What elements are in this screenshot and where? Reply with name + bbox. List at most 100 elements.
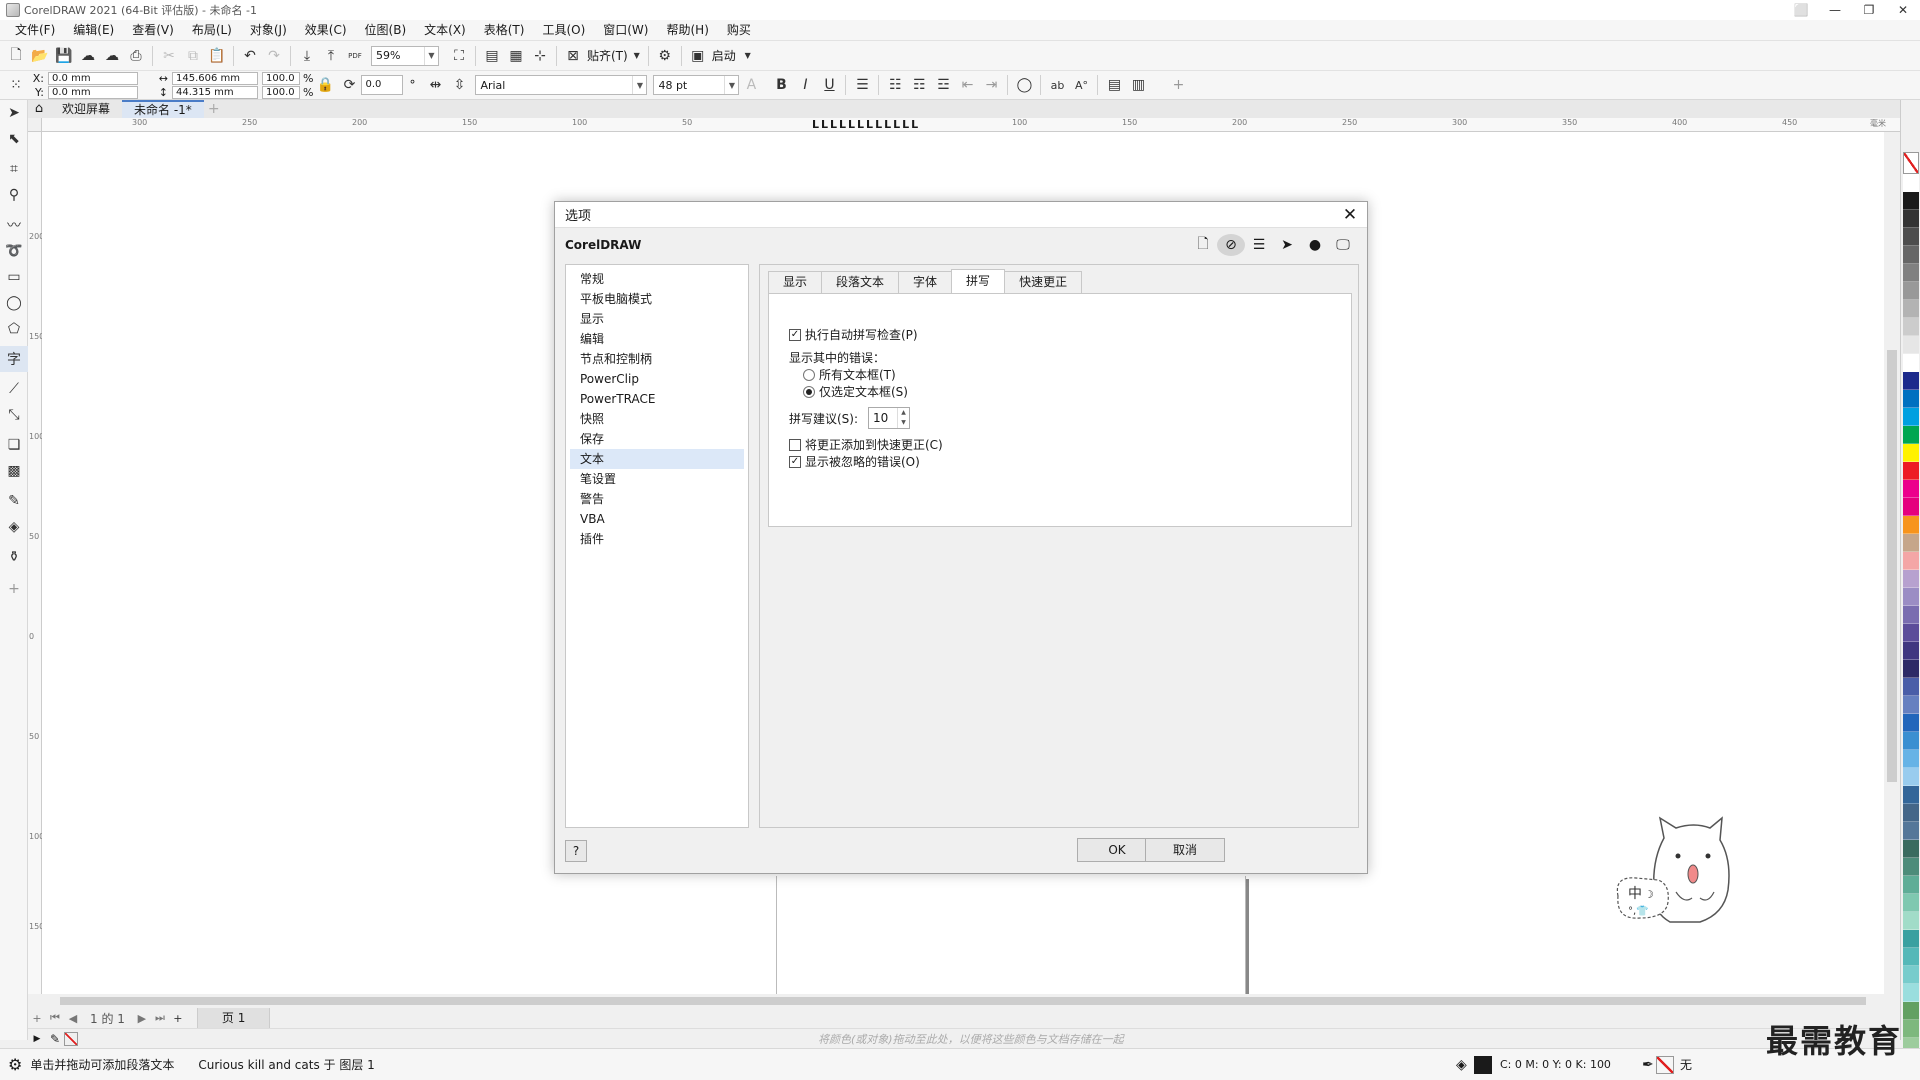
menu-tools[interactable]: 工具(O) <box>533 20 594 40</box>
first-page-icon[interactable]: ⏮ <box>46 1011 64 1025</box>
eyedropper-icon[interactable]: ✎ <box>0 488 28 514</box>
tab-welcome-screen[interactable]: 欢迎屏幕 <box>50 100 122 118</box>
polygon-tool-icon[interactable]: ⬠ <box>0 316 28 342</box>
object-origin-icon[interactable]: ⁙ <box>4 73 28 97</box>
color-swatch[interactable] <box>1903 984 1919 1002</box>
decrease-indent-icon[interactable]: ⇤ <box>955 73 979 97</box>
radio-all-frames-row[interactable]: 所有文本框(T) <box>803 366 896 383</box>
connector-tool-icon[interactable]: ⤡ <box>0 402 28 428</box>
drop-cap-icon[interactable]: ☲ <box>931 73 955 97</box>
show-ignored-row[interactable]: ✓ 显示被忽略的错误(O) <box>789 453 920 470</box>
text-properties-icon[interactable]: ◯ <box>1012 73 1036 97</box>
chevron-down-icon[interactable]: ▼ <box>424 46 438 65</box>
show-rulers-icon[interactable]: ▤ <box>480 44 504 68</box>
color-swatch[interactable] <box>1903 660 1919 678</box>
scale-height-input[interactable]: 100.0 <box>262 85 300 99</box>
add-icon[interactable]: + <box>1166 73 1190 97</box>
color-swatch[interactable] <box>1903 192 1919 210</box>
show-grid-icon[interactable]: ▦ <box>504 44 528 68</box>
chevron-down-icon[interactable]: ▼ <box>724 76 738 94</box>
drop-shadow-icon[interactable]: ❏ <box>0 432 28 458</box>
color-swatch[interactable] <box>1903 588 1919 606</box>
undo-icon[interactable]: ↶ <box>238 44 262 68</box>
cut-icon[interactable]: ✂ <box>157 44 181 68</box>
numbered-list-icon[interactable]: ☶ <box>907 73 931 97</box>
color-swatch[interactable] <box>1903 408 1919 426</box>
menu-bitmaps[interactable]: 位图(B) <box>356 20 416 40</box>
font-size-combo[interactable]: 48 pt ▼ <box>653 75 740 95</box>
rotation-icon[interactable]: ⟳ <box>337 73 361 97</box>
tree-item[interactable]: 显示 <box>570 309 744 329</box>
menu-table[interactable]: 表格(T) <box>475 20 534 40</box>
tree-item[interactable]: 保存 <box>570 429 744 449</box>
increase-indent-icon[interactable]: ⇥ <box>979 73 1003 97</box>
interactive-fill-icon[interactable]: ◈ <box>0 514 28 540</box>
add-corrections-row[interactable]: 将更正添加到快速更正(C) <box>789 436 943 453</box>
lock-ratio-icon[interactable]: 🔒 <box>313 73 337 97</box>
vertical-text-icon[interactable]: ▥ <box>1126 73 1150 97</box>
height-input[interactable]: 44.315 mm <box>172 85 258 99</box>
add-page-after-icon[interactable]: + <box>169 1012 187 1025</box>
color-swatch[interactable] <box>1903 372 1919 390</box>
close-button[interactable]: ✕ <box>1886 0 1920 20</box>
export-icon[interactable]: ⤒ <box>319 44 343 68</box>
parallel-dimension-icon[interactable]: ⟋ <box>0 376 28 402</box>
underline-icon[interactable]: U <box>817 73 841 97</box>
menu-window[interactable]: 窗口(W) <box>594 20 657 40</box>
tree-item[interactable]: VBA <box>570 509 744 529</box>
add-corrections-checkbox[interactable] <box>789 438 801 451</box>
color-swatch[interactable] <box>1903 552 1919 570</box>
color-swatch[interactable] <box>1903 750 1919 768</box>
color-swatch[interactable] <box>1903 930 1919 948</box>
width-input[interactable]: 145.606 mm <box>172 71 258 85</box>
show-ignored-checkbox[interactable]: ✓ <box>789 455 801 468</box>
color-swatch[interactable] <box>1903 642 1919 660</box>
publish-pdf-icon[interactable]: PDF <box>343 44 367 68</box>
launch-dropdown[interactable]: 启动 <box>712 47 736 64</box>
insert-character-icon[interactable]: A° <box>1069 73 1093 97</box>
maximize-button[interactable]: ❐ <box>1852 0 1886 20</box>
options-tab[interactable]: 显示 <box>768 271 823 293</box>
zoom-level-combo[interactable]: 59% ▼ <box>371 45 439 66</box>
options-gear-icon[interactable]: ⚙ <box>653 44 677 68</box>
snap-off-icon[interactable]: ⊠ <box>561 44 585 68</box>
menu-view[interactable]: 查看(V) <box>123 20 183 40</box>
color-swatch[interactable] <box>1903 840 1919 858</box>
suggestions-spinner[interactable]: 10 ▲ ▼ <box>868 407 911 429</box>
customization-icon[interactable]: ☰ <box>1245 234 1273 256</box>
restore-icon[interactable]: ⬜ <box>1784 0 1818 20</box>
add-tool-icon[interactable]: + <box>0 576 28 602</box>
last-page-icon[interactable]: ⏭ <box>151 1011 169 1025</box>
help-button[interactable]: ? <box>565 840 587 862</box>
next-page-icon[interactable]: ▶ <box>133 1012 151 1025</box>
spinner-arrows-icon[interactable]: ▲ ▼ <box>897 408 909 428</box>
color-swatch[interactable] <box>1903 822 1919 840</box>
tree-item[interactable]: 快照 <box>570 409 744 429</box>
color-swatch[interactable] <box>1903 534 1919 552</box>
color-swatch[interactable] <box>1903 786 1919 804</box>
color-swatch[interactable] <box>1903 948 1919 966</box>
tree-item[interactable]: 节点和控制柄 <box>570 349 744 369</box>
outline-color-swatch[interactable] <box>1656 1055 1674 1074</box>
no-color-swatch[interactable] <box>64 1031 78 1046</box>
tips-options-icon[interactable]: ● <box>1301 234 1329 256</box>
import-icon[interactable]: ⤓ <box>295 44 319 68</box>
text-tool-icon[interactable]: 字 <box>0 346 28 372</box>
dialog-close-icon[interactable]: ✕ <box>1339 204 1361 226</box>
freehand-tool-icon[interactable]: 〰 <box>0 212 28 238</box>
full-screen-preview-icon[interactable]: ⛶ <box>447 44 471 68</box>
color-swatch[interactable] <box>1903 444 1919 462</box>
auto-spell-checkbox[interactable]: ✓ <box>789 328 801 341</box>
new-tab-icon[interactable]: + <box>204 100 224 118</box>
menu-layout[interactable]: 布局(L) <box>183 20 241 40</box>
radio-all-frames[interactable] <box>803 368 815 381</box>
color-swatch[interactable] <box>1903 246 1919 264</box>
color-swatch[interactable] <box>1903 516 1919 534</box>
color-swatch[interactable] <box>1903 462 1919 480</box>
no-color-swatch[interactable] <box>1903 152 1919 174</box>
menu-help[interactable]: 帮助(H) <box>657 20 717 40</box>
color-swatch[interactable] <box>1903 498 1919 516</box>
save-icon[interactable]: 💾 <box>52 44 76 68</box>
color-swatch[interactable] <box>1903 606 1919 624</box>
page-tab-1[interactable]: 页 1 <box>196 1008 271 1028</box>
